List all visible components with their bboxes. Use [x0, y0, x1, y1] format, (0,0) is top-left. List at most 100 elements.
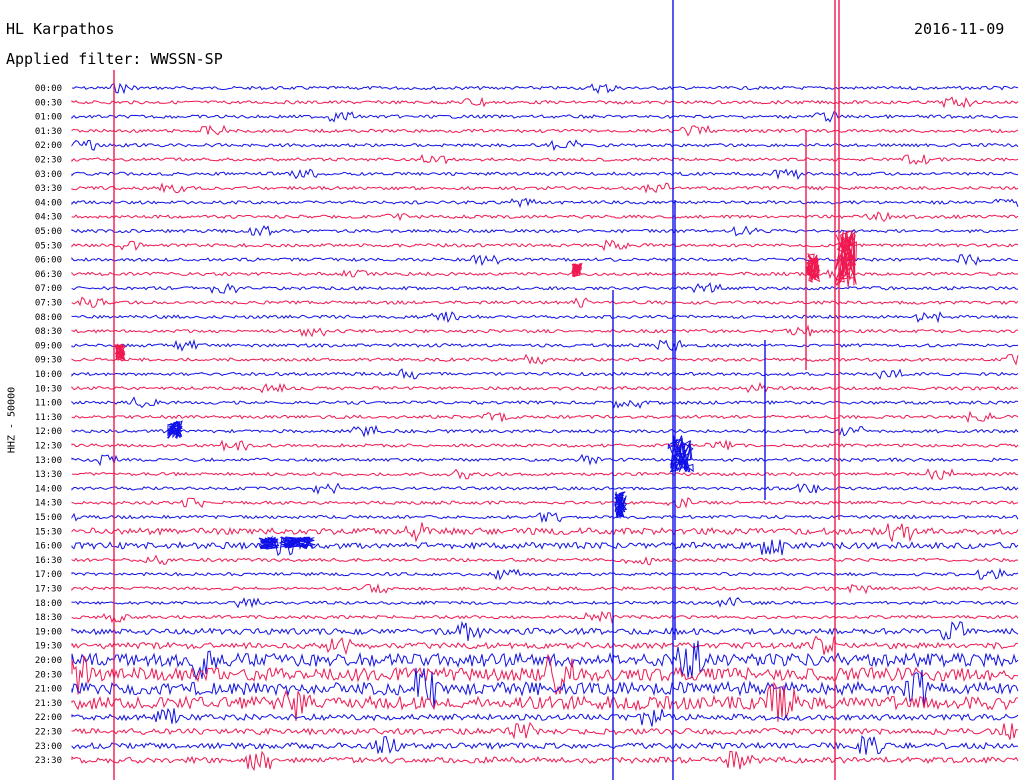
time-label: 23:00 — [35, 742, 62, 752]
trace-line — [71, 311, 1019, 324]
trace-lines — [71, 82, 1019, 772]
time-label: 18:00 — [35, 599, 62, 609]
trace-line — [71, 735, 1019, 755]
time-label: 14:00 — [35, 484, 62, 494]
event-burst — [279, 536, 316, 550]
trace-line — [71, 653, 1019, 695]
event-burst — [614, 491, 628, 519]
trace-line — [71, 424, 1019, 438]
event-burst — [114, 343, 126, 361]
trace-line — [71, 410, 1019, 424]
time-label: 07:30 — [35, 299, 62, 309]
time-label: 05:00 — [35, 227, 62, 237]
trace-line — [71, 567, 1019, 581]
trace-line — [71, 353, 1019, 366]
trace-line — [71, 282, 1019, 294]
time-label: 03:30 — [35, 184, 62, 194]
trace-line — [71, 535, 1019, 557]
trace-line — [71, 750, 1019, 772]
time-label: 04:00 — [35, 198, 62, 208]
time-label: 13:00 — [35, 456, 62, 466]
helicorder-plot: 00:00 00:30 01:00 01:30 02:00 02:30 03:00 03:30… — [35, 0, 1019, 780]
trace-line — [71, 239, 1019, 252]
trace-line — [71, 110, 1019, 123]
trace-line — [71, 268, 1019, 281]
time-label: 21:30 — [35, 699, 62, 709]
trace-line — [71, 253, 1018, 267]
trace-line — [71, 197, 1019, 209]
time-label: 20:30 — [35, 670, 62, 680]
time-label: 09:00 — [35, 341, 62, 351]
time-label: 04:30 — [35, 213, 62, 223]
time-label: 16:30 — [35, 556, 62, 566]
trace-line — [71, 396, 1019, 409]
trace-line — [71, 82, 1019, 95]
time-label: 10:00 — [35, 370, 62, 380]
trace-line — [71, 324, 1019, 338]
time-label: 10:30 — [35, 384, 62, 394]
trace-line — [71, 635, 1019, 656]
time-label: 15:30 — [35, 527, 62, 537]
trace-line — [71, 707, 1019, 727]
trace-line — [71, 453, 1019, 467]
trace-line — [71, 468, 1019, 481]
trace-line — [71, 96, 1019, 109]
time-label: 00:30 — [35, 98, 62, 108]
time-label: 23:30 — [35, 756, 62, 766]
trace-line — [71, 438, 1019, 452]
trace-line — [71, 554, 1019, 566]
event-burst — [166, 420, 184, 439]
time-label: 05:30 — [35, 241, 62, 251]
time-label: 22:30 — [35, 728, 62, 738]
trace-line — [71, 583, 1019, 595]
trace-line — [71, 338, 1019, 352]
trace-line — [71, 182, 1019, 194]
time-label: 08:30 — [35, 327, 62, 337]
trace-line — [71, 368, 1019, 380]
trace-line — [71, 596, 1019, 609]
trace-line — [71, 522, 1019, 543]
trace-line — [71, 721, 1019, 740]
time-label: 07:00 — [35, 284, 62, 294]
time-label: 11:30 — [35, 413, 62, 423]
time-label: 17:00 — [35, 570, 62, 580]
trace-line — [71, 296, 1019, 308]
trace-line — [71, 620, 1019, 641]
time-label: 21:00 — [35, 685, 62, 695]
trace-line — [71, 211, 1019, 223]
time-label: 01:00 — [35, 113, 62, 123]
trace-line — [71, 381, 1019, 394]
time-label: 12:30 — [35, 442, 62, 452]
time-label: 02:00 — [35, 141, 62, 151]
trace-line — [71, 610, 1019, 624]
trace-line — [71, 512, 1019, 524]
event-burst — [805, 252, 821, 283]
trace-line — [71, 153, 1019, 166]
time-label: 11:00 — [35, 399, 62, 409]
time-label: 17:30 — [35, 585, 62, 595]
time-label: 09:30 — [35, 356, 62, 366]
trace-line — [71, 124, 1019, 137]
time-label: 19:30 — [35, 642, 62, 652]
time-label: 06:00 — [35, 256, 62, 266]
time-label: 22:00 — [35, 713, 62, 723]
time-label: 03:00 — [35, 170, 62, 180]
trace-line — [71, 482, 1019, 495]
time-label: 08:00 — [35, 313, 62, 323]
time-label: 13:30 — [35, 470, 62, 480]
trace-line — [71, 139, 1019, 152]
time-label: 12:00 — [35, 427, 62, 437]
time-label: 19:00 — [35, 627, 62, 637]
time-label: 06:30 — [35, 270, 62, 280]
time-label: 16:00 — [35, 542, 62, 552]
trace-line — [71, 225, 1019, 237]
event-burst — [667, 435, 694, 473]
time-label: 14:30 — [35, 499, 62, 509]
trace-line — [71, 497, 1019, 509]
time-label: 02:30 — [35, 156, 62, 166]
time-label: 01:30 — [35, 127, 62, 137]
time-label: 00:00 — [35, 84, 62, 94]
event-burst — [571, 262, 583, 278]
time-label: 18:30 — [35, 613, 62, 623]
time-label: 20:00 — [35, 656, 62, 666]
